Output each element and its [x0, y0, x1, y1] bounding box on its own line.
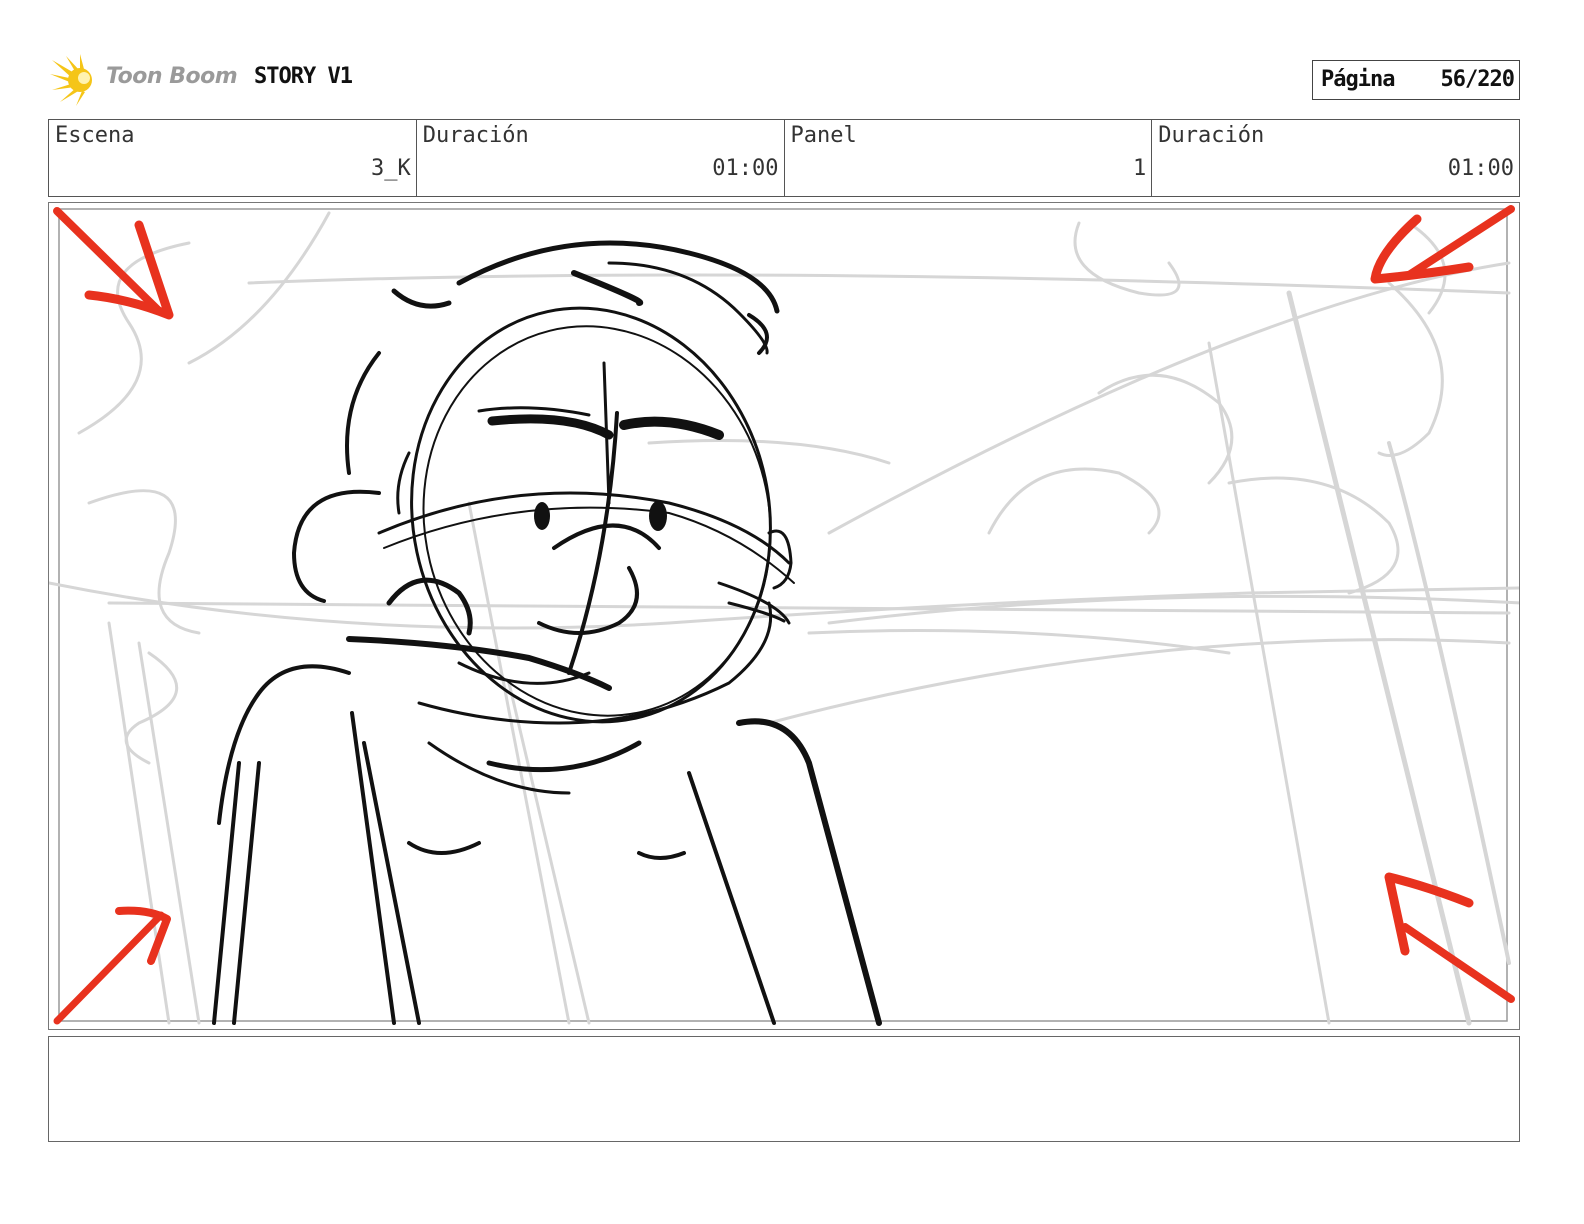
page-label: Página — [1321, 67, 1395, 92]
scene-cell: Escena 3_K — [49, 120, 417, 196]
scene-duration-cell: Duración 01:00 — [417, 120, 785, 196]
scene-duration-label: Duración — [422, 123, 529, 148]
sun-burst-icon — [50, 54, 92, 106]
storyboard-panel-frame — [48, 202, 1520, 1030]
panel-duration-value: 01:00 — [1447, 156, 1514, 181]
project-title: STORY V1 — [254, 64, 353, 89]
storyboard-header: Toon Boom STORY V1 Página 56/220 — [48, 52, 1520, 108]
panel-info-table: Escena 3_K Duración 01:00 Panel 1 Duraci… — [48, 119, 1520, 197]
bottom-left-arrow — [53, 911, 165, 1025]
page-counter: Página 56/220 — [1312, 60, 1520, 100]
panel-cell: Panel 1 — [785, 120, 1153, 196]
panel-value: 1 — [1133, 156, 1147, 181]
panel-duration-label: Duración — [1158, 123, 1265, 148]
panel-sketch — [49, 205, 1519, 1026]
panel-notes-area[interactable] — [48, 1036, 1520, 1142]
scene-duration-value: 01:00 — [712, 156, 779, 181]
page-value: 56/220 — [1440, 67, 1515, 92]
toon-boom-logo: Toon Boom — [50, 52, 250, 108]
scene-label: Escena — [55, 123, 135, 148]
panel-duration-cell: Duración 01:00 — [1152, 120, 1519, 196]
logo-text: Toon Boom — [106, 64, 238, 89]
panel-label: Panel — [790, 123, 857, 148]
scene-value: 3_K — [371, 156, 411, 181]
